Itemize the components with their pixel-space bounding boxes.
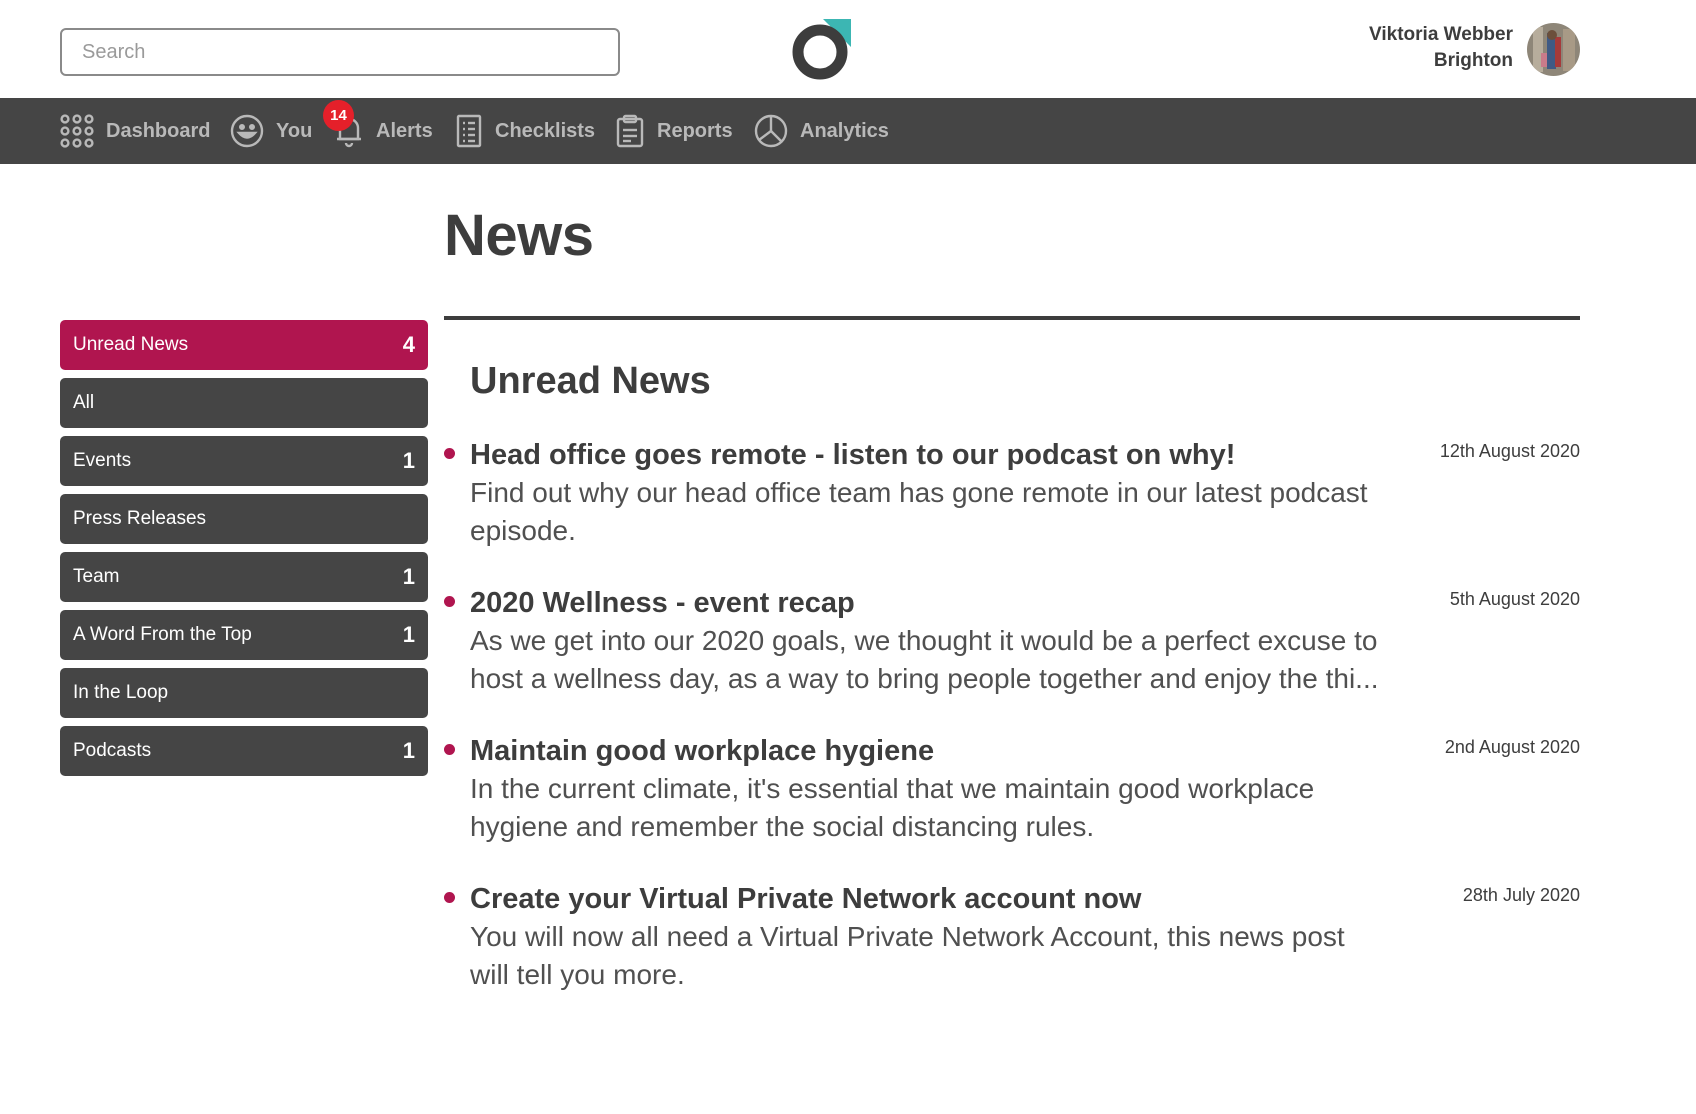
unread-dot-icon [444,596,455,607]
news-summary: Find out why our head office team has go… [470,477,1368,546]
news-title[interactable]: Create your Virtual Private Network acco… [470,880,1390,918]
unread-dot-icon [444,744,455,755]
news-title[interactable]: 2020 Wellness - event recap [470,584,1390,622]
sidebar-item-count: 4 [402,332,415,357]
sidebar-item-label: Events [73,450,132,471]
pie-chart-icon [754,114,788,148]
nav-reports[interactable]: Reports [615,98,733,164]
news-summary: As we get into our 2020 goals, we though… [470,625,1379,694]
unread-dot-icon [444,892,455,903]
top-header: Viktoria Webber Brighton [0,0,1696,98]
smiley-icon [230,114,264,148]
category-sidebar: Unread News 4 All Events 1 Press Release… [60,320,428,784]
sidebar-item-label: All [73,392,95,413]
sidebar-item-count: 1 [402,738,415,763]
nav-label-analytics: Analytics [800,119,889,142]
sidebar-item-count: 1 [402,622,415,647]
sidebar-item-label: Team [73,566,120,587]
user-location: Brighton [1433,50,1513,71]
news-list: Head office goes remote - listen to our … [444,436,1580,994]
news-item[interactable]: Head office goes remote - listen to our … [444,436,1580,550]
search-input[interactable] [60,28,620,76]
sidebar-item-team[interactable]: Team 1 [60,552,428,602]
news-item[interactable]: 2020 Wellness - event recap As we get in… [444,584,1580,698]
sidebar-item-label: Podcasts [73,740,152,761]
sidebar-item-label: Press Releases [73,508,207,529]
sidebar-item-in-the-loop[interactable]: In the Loop [60,668,428,718]
news-item[interactable]: Maintain good workplace hygiene In the c… [444,732,1580,846]
news-item[interactable]: Create your Virtual Private Network acco… [444,880,1580,994]
news-date: 2nd August 2020 [1444,737,1580,757]
sidebar-item-count: 1 [402,564,415,589]
sidebar-item-count: 1 [402,448,415,473]
page-title: News [444,203,594,268]
alerts-badge: 14 [323,100,354,131]
main-nav: Dashboard You Alerts Checklists Reports … [0,98,1696,164]
sidebar-item-a-word-from-the-top[interactable]: A Word From the Top 1 [60,610,428,660]
news-title[interactable]: Head office goes remote - listen to our … [470,436,1390,474]
nav-label-reports: Reports [657,119,733,142]
logo-icon[interactable] [789,19,851,81]
sidebar-item-label: In the Loop [73,682,169,703]
section-title: Unread News [470,360,711,402]
nav-label-you: You [276,119,313,142]
news-summary: You will now all need a Virtual Private … [470,921,1345,990]
avatar[interactable] [1527,23,1580,76]
news-summary: In the current climate, it's essential t… [470,773,1315,842]
news-title[interactable]: Maintain good workplace hygiene [470,732,1390,770]
user-info[interactable]: Viktoria Webber Brighton [1369,22,1513,74]
nav-analytics[interactable]: Analytics [754,98,889,164]
nav-label-dashboard: Dashboard [106,119,211,142]
news-date: 12th August 2020 [1439,441,1580,461]
user-name: Viktoria Webber [1369,24,1513,45]
sidebar-item-label: A Word From the Top [73,624,252,645]
sidebar-item-podcasts[interactable]: Podcasts 1 [60,726,428,776]
news-date: 28th July 2020 [1462,885,1580,905]
checklist-icon [455,114,483,148]
nav-dashboard[interactable]: Dashboard [60,98,210,164]
sidebar-item-all[interactable]: All [60,378,428,428]
grid-dots-icon [60,114,94,148]
sidebar-item-events[interactable]: Events 1 [60,436,428,486]
nav-label-checklists: Checklists [495,119,596,142]
unread-dot-icon [444,448,455,459]
clipboard-icon [615,114,645,148]
divider [444,316,1580,320]
nav-you[interactable]: You [230,98,312,164]
news-date: 5th August 2020 [1449,589,1580,609]
nav-checklists[interactable]: Checklists [455,98,595,164]
nav-label-alerts: Alerts [376,119,433,142]
sidebar-item-press-releases[interactable]: Press Releases [60,494,428,544]
sidebar-item-label: Unread News [73,334,189,355]
sidebar-item-unread-news[interactable]: Unread News 4 [60,320,428,370]
